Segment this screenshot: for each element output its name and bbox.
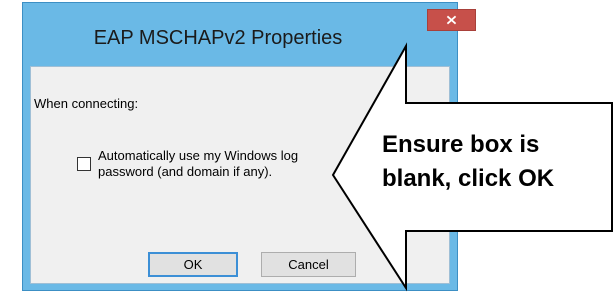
- callout-line2: blank, click OK: [382, 165, 555, 192]
- callout-line1: Ensure box is: [382, 131, 540, 158]
- callout-text: Ensure box is blank, click OK: [382, 128, 554, 196]
- screenshot: EAP MSCHAPv2 Properties When connecting:…: [0, 0, 613, 293]
